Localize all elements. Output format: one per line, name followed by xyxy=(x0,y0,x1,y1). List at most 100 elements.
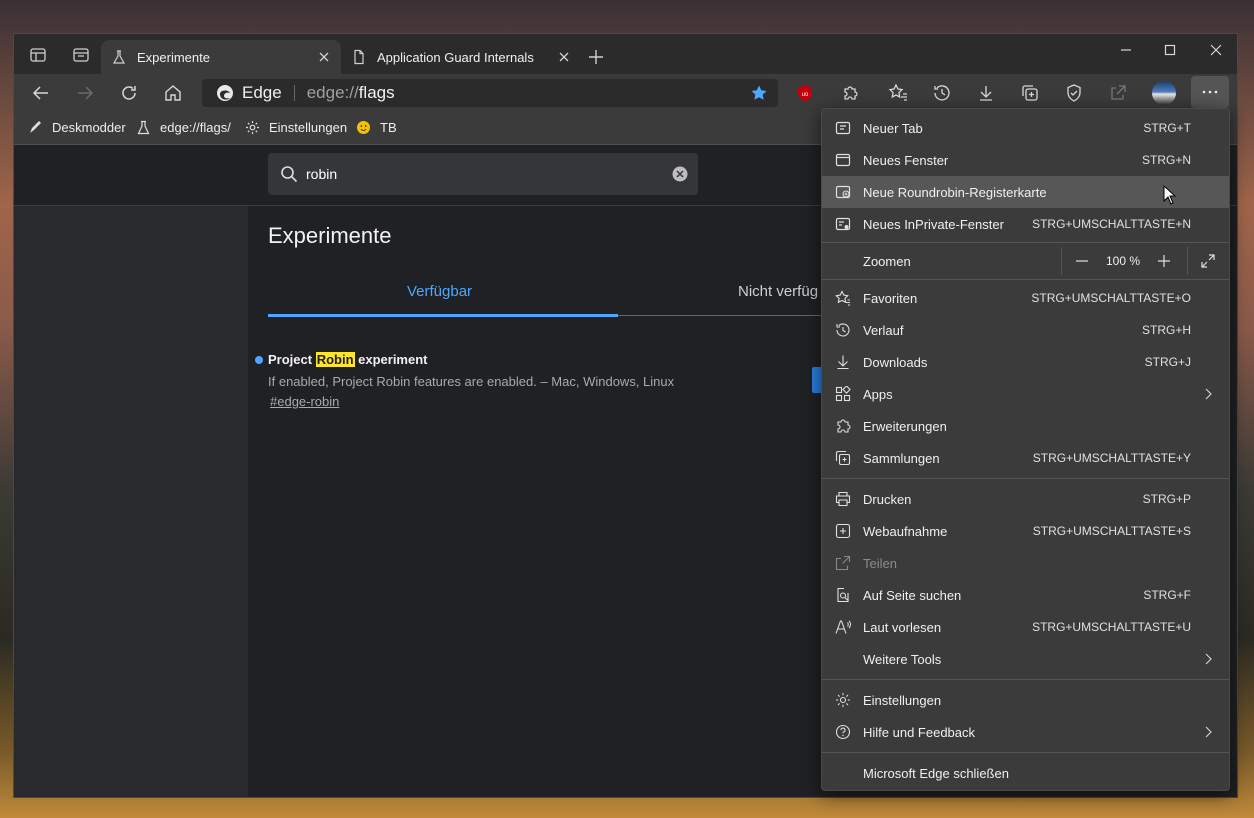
menu-label: Verlauf xyxy=(863,323,904,338)
menu-history[interactable]: Verlauf STRG+H xyxy=(822,314,1229,346)
history-icon[interactable] xyxy=(932,83,952,103)
more-button[interactable] xyxy=(1191,76,1229,108)
find-on-page-icon xyxy=(835,587,851,603)
menu-label: Hilfe und Feedback xyxy=(863,725,976,740)
back-icon[interactable] xyxy=(31,83,51,103)
inprivate-icon xyxy=(835,216,851,232)
zoom-divider xyxy=(1187,247,1188,275)
fav-tb[interactable]: TB xyxy=(356,120,397,135)
zoom-out-icon[interactable] xyxy=(1074,253,1090,269)
fullscreen-icon[interactable] xyxy=(1200,253,1216,269)
close-icon[interactable] xyxy=(317,50,331,64)
home-icon[interactable] xyxy=(163,83,183,103)
url-text[interactable]: edge://flags xyxy=(307,83,395,103)
menu-new-tab[interactable]: Neuer Tab STRG+T xyxy=(822,112,1229,144)
chevron-right-icon xyxy=(1201,387,1215,401)
tab-unavailable[interactable]: Nicht verfüg xyxy=(738,283,818,300)
tab-application-guard[interactable]: Application Guard Internals xyxy=(341,40,581,74)
menu-read-aloud[interactable]: Laut vorlesen STRG+UMSCHALTTASTE+U xyxy=(822,611,1229,643)
menu-close-edge[interactable]: Microsoft Edge schließen xyxy=(822,757,1229,789)
menu-label: Webaufnahme xyxy=(863,524,948,539)
collections-icon[interactable] xyxy=(1020,83,1040,103)
menu-shortcut: STRG+J xyxy=(1144,355,1191,369)
tab-experimente[interactable]: Experimente xyxy=(101,40,341,74)
menu-more-tools[interactable]: Weitere Tools xyxy=(822,643,1229,675)
settings-menu: Neuer Tab STRG+T Neues Fenster STRG+N Ne… xyxy=(821,108,1230,791)
zoom-in-icon[interactable] xyxy=(1156,253,1172,269)
experiment-description: If enabled, Project Robin features are e… xyxy=(268,374,675,389)
menu-new-inprivate[interactable]: Neues InPrivate-Fenster STRG+UMSCHALTTAS… xyxy=(822,208,1229,240)
menu-apps[interactable]: Apps xyxy=(822,378,1229,410)
menu-downloads[interactable]: Downloads STRG+J xyxy=(822,346,1229,378)
favorite-star-icon[interactable] xyxy=(750,84,768,102)
experiment-status-dot xyxy=(255,356,263,364)
menu-shortcut: STRG+UMSCHALTTASTE+U xyxy=(1032,620,1191,634)
smiley-icon xyxy=(356,120,371,135)
menu-divider xyxy=(822,279,1229,280)
forward-icon[interactable] xyxy=(75,83,95,103)
tab-available[interactable]: Verfügbar xyxy=(407,283,472,300)
zoom-divider xyxy=(1061,247,1062,275)
menu-extensions[interactable]: Erweiterungen xyxy=(822,410,1229,442)
menu-new-window[interactable]: Neues Fenster STRG+N xyxy=(822,144,1229,176)
menu-find[interactable]: Auf Seite suchen STRG+F xyxy=(822,579,1229,611)
title-bar: Experimente Application Guard Internals xyxy=(14,34,1237,74)
menu-help[interactable]: Hilfe und Feedback xyxy=(822,716,1229,748)
tab-actions-icon[interactable] xyxy=(72,46,90,64)
new-tab-icon[interactable] xyxy=(587,48,605,66)
menu-label: Downloads xyxy=(863,355,928,370)
help-icon xyxy=(835,724,851,740)
menu-label: Einstellungen xyxy=(863,693,942,708)
toolbar: Edge edge://flags uo xyxy=(14,74,1237,112)
share-icon[interactable] xyxy=(1108,83,1128,103)
menu-share[interactable]: Teilen xyxy=(822,547,1229,579)
search-input[interactable]: robin xyxy=(268,153,698,195)
apps-icon xyxy=(835,386,851,402)
menu-print[interactable]: Drucken STRG+P xyxy=(822,483,1229,515)
gear-icon xyxy=(835,692,851,708)
web-capture-icon[interactable] xyxy=(1064,83,1084,103)
chevron-right-icon xyxy=(1201,652,1215,666)
menu-label: Favoriten xyxy=(863,291,918,306)
ublock-icon[interactable]: uo xyxy=(795,83,815,103)
download-icon[interactable] xyxy=(976,83,996,103)
menu-label: Microsoft Edge schließen xyxy=(863,766,1009,781)
menu-favorites[interactable]: Favoriten STRG+UMSCHALTTASTE+O xyxy=(822,282,1229,314)
printer-icon xyxy=(835,491,851,507)
search-value: robin xyxy=(306,166,338,182)
fav-deskmodder[interactable]: Deskmodder xyxy=(28,120,126,135)
menu-web-capture[interactable]: Webaufnahme STRG+UMSCHALTTASTE+S xyxy=(822,515,1229,547)
url-prefix: edge:// xyxy=(306,83,359,102)
fav-einstellungen[interactable]: Einstellungen xyxy=(245,120,347,135)
workspaces-icon[interactable] xyxy=(29,46,47,64)
avatar[interactable] xyxy=(1152,81,1176,105)
tab-label: Application Guard Internals xyxy=(377,49,534,65)
menu-zoom-row: Zoomen 100 % xyxy=(822,243,1229,279)
minimize-icon[interactable] xyxy=(1118,42,1134,58)
menu-collections[interactable]: Sammlungen STRG+UMSCHALTTASTE+Y xyxy=(822,442,1229,474)
extension-icon[interactable] xyxy=(840,83,860,103)
fav-edge-flags[interactable]: edge://flags/ xyxy=(136,120,231,135)
window-close-icon[interactable] xyxy=(1208,42,1224,58)
flask-icon xyxy=(136,120,151,135)
menu-label: Weitere Tools xyxy=(863,652,942,667)
menu-settings[interactable]: Einstellungen xyxy=(822,684,1229,716)
experiment-link[interactable]: #edge-robin xyxy=(270,394,339,409)
menu-label: Neues InPrivate-Fenster xyxy=(863,217,1004,232)
address-bar[interactable]: Edge edge://flags xyxy=(202,79,778,107)
download-icon xyxy=(835,354,851,370)
experiment-title-after: experiment xyxy=(354,352,428,367)
menu-label: Laut vorlesen xyxy=(863,620,942,635)
refresh-icon[interactable] xyxy=(119,83,139,103)
menu-divider xyxy=(822,752,1229,753)
maximize-icon[interactable] xyxy=(1162,42,1178,58)
favorites-icon[interactable] xyxy=(888,83,908,103)
close-icon[interactable] xyxy=(557,50,571,64)
gear-icon xyxy=(245,120,260,135)
left-pane xyxy=(14,206,248,797)
url-host: flags xyxy=(358,83,395,102)
search-highlight: Robin xyxy=(315,352,355,367)
menu-label: Neuer Tab xyxy=(863,121,923,136)
clear-search-icon[interactable] xyxy=(672,166,688,182)
menu-shortcut: STRG+F xyxy=(1143,588,1191,602)
